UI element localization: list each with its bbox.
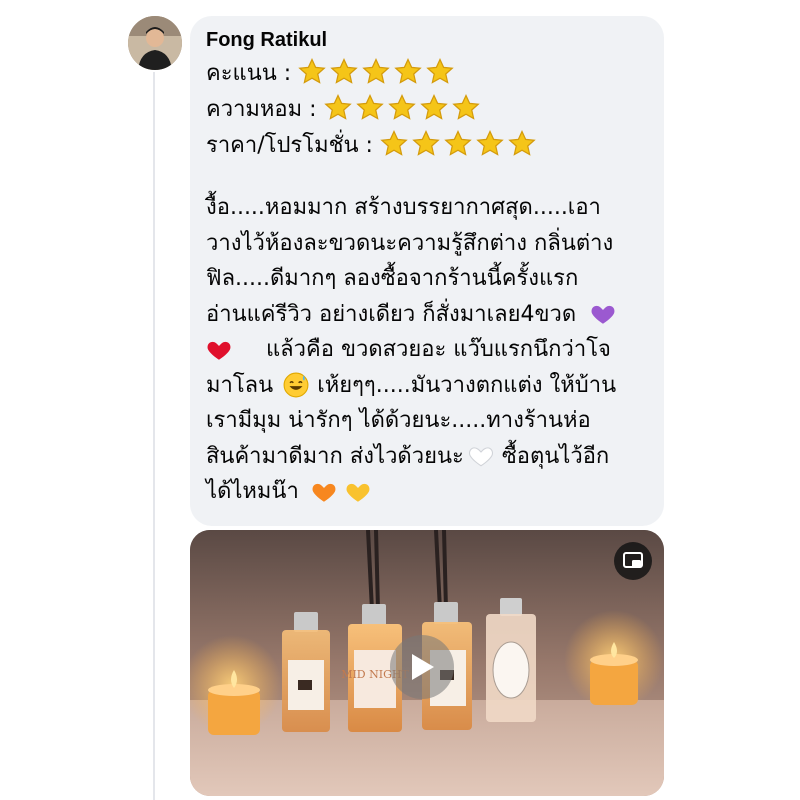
review-line: อ่านแค่รีวิว อย่างเดียว ก็สั่งมาเลย4ขวด: [206, 297, 648, 333]
rating-price-promotion: ราคา/โปรโมชั่น :: [206, 126, 648, 162]
rating-label: ความหอม :: [206, 96, 317, 122]
star-icon: [330, 58, 358, 84]
star-icon: [412, 130, 440, 156]
picture-in-picture-button[interactable]: [614, 542, 652, 580]
review-line: ได้ไหมน๊า: [206, 474, 648, 510]
star-icon: [323, 94, 352, 120]
purple-heart-icon: [591, 306, 615, 324]
review-line: วางไว้ห้องละขวดนะความรู้สึกต่าง กลิ่นต่า…: [206, 226, 648, 262]
video-attachment[interactable]: MID NIGHT: [190, 530, 664, 796]
star-icon: [380, 130, 408, 156]
review-line-text: ฟิล.....ดีมากๆ ลองซื้อจากร้านนี้ครั้งแรก: [206, 266, 579, 291]
play-icon: [412, 654, 434, 680]
review-line-text: เรามีมุม น่ารักๆ ได้ด้วยนะ.....ทางร้านห่…: [206, 408, 591, 433]
review-line-text: ได้ไหมน๊า: [206, 479, 299, 504]
star-rating: [379, 129, 539, 159]
star-icon: [444, 130, 472, 156]
star-icon: [451, 94, 480, 120]
review-line: มาโลน เห้ยๆๆ.....มันวางตกแต่ง ให้บ้าน: [206, 368, 648, 404]
star-icon: [419, 94, 448, 120]
review-line-text: อ่านแค่รีวิว อย่างเดียว ก็สั่งมาเลย4ขวด: [206, 301, 577, 327]
star-icon: [426, 58, 454, 84]
rating-label: ราคา/โปรโมชั่น :: [206, 132, 373, 158]
star-icon: [355, 94, 384, 120]
thread-connector-line: [153, 72, 155, 800]
star-rating: [297, 57, 457, 87]
star-icon: [394, 58, 422, 84]
review-line-text: สินค้ามาดีมาก ส่งไวด้วยนะ: [206, 443, 464, 469]
rating-score: คะแนน :: [206, 54, 648, 90]
review-line: เรามีมุม น่ารักๆ ได้ด้วยนะ.....ทางร้านห่…: [206, 403, 648, 439]
picture-in-picture-icon: [623, 552, 643, 568]
orange-heart-icon: [312, 483, 336, 502]
review-line: งื้อ.....หอมมาก สร้างบรรยากาศสุด.....เอา: [206, 190, 648, 226]
sweat-smile-icon: [283, 372, 309, 398]
review-line-text: เห้ยๆๆ.....มันวางตกแต่ง ให้บ้าน: [317, 372, 617, 398]
star-icon: [476, 130, 504, 156]
comment-bubble: Fong Ratikul คะแนน : ความหอม : ราคา/โปรโ…: [190, 16, 664, 526]
review-line-text: วางไว้ห้องละขวดนะความรู้สึกต่าง กลิ่นต่า…: [206, 230, 614, 256]
review-text: งื้อ.....หอมมาก สร้างบรรยากาศสุด.....เอา…: [206, 190, 648, 510]
star-icon: [298, 58, 326, 84]
rating-label: คะแนน :: [206, 60, 292, 86]
white-heart-icon: [468, 447, 493, 467]
star-rating: [323, 93, 483, 123]
review-line: แล้วคือ ขวดสวยอะ แว๊บแรกนึกว่าโจ: [206, 332, 648, 368]
yellow-heart-icon: [346, 483, 370, 502]
star-icon: [387, 94, 416, 120]
review-line-text: มาโลน: [206, 372, 274, 398]
star-icon: [362, 58, 390, 84]
review-line: ฟิล.....ดีมากๆ ลองซื้อจากร้านนี้ครั้งแรก: [206, 261, 648, 297]
comment-author-name[interactable]: Fong Ratikul: [206, 26, 648, 54]
avatar-photo: [128, 16, 182, 70]
avatar[interactable]: [128, 16, 182, 70]
review-line: สินค้ามาดีมาก ส่งไวด้วยนะ ซื้อตุนไว้อีก: [206, 439, 648, 475]
star-icon: [508, 130, 536, 156]
rating-scent: ความหอม :: [206, 90, 648, 126]
review-line-text: งื้อ.....หอมมาก สร้างบรรยากาศสุด.....เอา: [206, 195, 601, 220]
review-line-text: แล้วคือ ขวดสวยอะ แว๊บแรกนึกว่าโจ: [266, 337, 611, 362]
play-button[interactable]: [390, 635, 454, 699]
review-line-text: ซื้อตุนไว้อีก: [501, 443, 610, 469]
red-heart-icon: [207, 341, 231, 360]
